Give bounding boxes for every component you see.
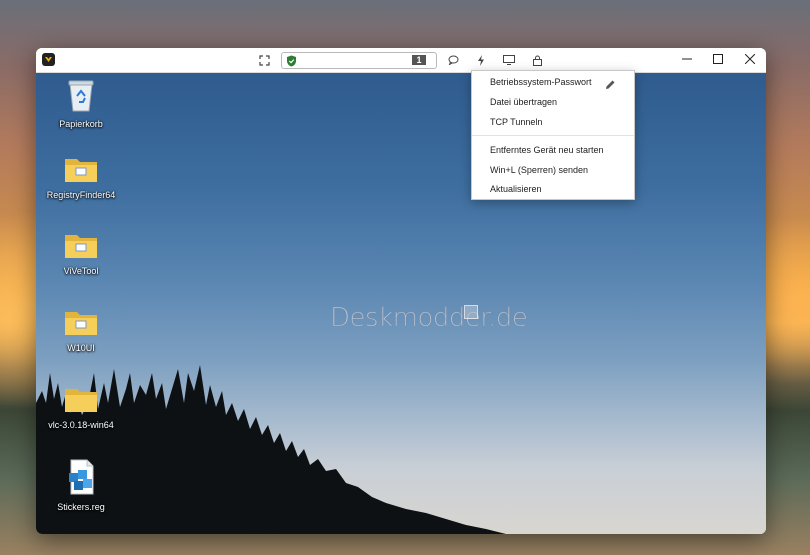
app-logo-icon[interactable]: [42, 53, 55, 66]
desktop-icon-w10ui[interactable]: W10UI: [36, 308, 126, 353]
shield-icon: [286, 54, 297, 72]
desktop-icon-label: ViVeTool: [63, 266, 99, 276]
lightning-icon[interactable]: [473, 52, 489, 68]
menu-item-file-transfer[interactable]: Datei übertragen: [472, 92, 634, 112]
menu-item-label: Entferntes Gerät neu starten: [490, 145, 604, 155]
desktop-icon-label: Papierkorb: [59, 119, 103, 129]
desktop-icon-label: RegistryFinder64: [46, 190, 116, 200]
folder-icon: [65, 235, 97, 258]
menu-item-label: TCP Tunneln: [490, 117, 543, 127]
remote-desktop-area[interactable]: Papierkorb RegistryFinder64 ViVeTool W10…: [36, 73, 766, 534]
desktop-icon-vlc[interactable]: vlc-3.0.18-win64: [36, 385, 126, 430]
desktop-icon-label: Stickers.reg: [57, 502, 105, 512]
folder-icon: [65, 389, 97, 412]
menu-item-restart-remote[interactable]: Entferntes Gerät neu starten: [472, 140, 634, 160]
registry-file-icon: [69, 459, 94, 495]
desktop-icon-vivetool[interactable]: ViVeTool: [36, 231, 126, 276]
watermark-logo-icon: [464, 305, 478, 319]
menu-item-label: Datei übertragen: [490, 97, 558, 107]
menu-item-refresh[interactable]: Aktualisieren: [472, 179, 634, 199]
desktop-icon-recycle-bin[interactable]: Papierkorb: [36, 78, 126, 129]
folder-icon: [65, 159, 97, 182]
menu-item-os-password[interactable]: Betriebssystem-Passwort: [472, 72, 634, 92]
address-field[interactable]: 1: [281, 52, 437, 69]
watermark-text: Deskmodder.de: [330, 303, 528, 334]
menu-item-tcp-tunnel[interactable]: TCP Tunneln: [472, 112, 634, 132]
maximize-button[interactable]: [703, 48, 733, 70]
lock-icon[interactable]: [529, 52, 545, 68]
folder-icon: [65, 312, 97, 335]
menu-item-label: Win+L (Sperren) senden: [490, 165, 588, 175]
remote-desktop-window: 1 Papierkorb RegistryFinder64 ViVeTool W…: [36, 48, 766, 534]
close-button[interactable]: [735, 48, 765, 70]
session-count-badge: 1: [412, 55, 426, 65]
window-toolbar: 1: [36, 48, 766, 73]
menu-item-send-win-l[interactable]: Win+L (Sperren) senden: [472, 160, 634, 180]
menu-divider: [472, 135, 634, 136]
fullscreen-icon[interactable]: [256, 52, 272, 68]
desktop-icon-stickers-reg[interactable]: Stickers.reg: [36, 459, 126, 512]
menu-item-label: Betriebssystem-Passwort: [490, 77, 592, 87]
desktop-icon-label: vlc-3.0.18-win64: [48, 420, 114, 430]
recycle-bin-icon: [68, 80, 94, 112]
monitor-icon[interactable]: [501, 52, 517, 68]
actions-dropdown-menu: Betriebssystem-Passwort Datei übertragen…: [471, 70, 635, 200]
menu-item-label: Aktualisieren: [490, 184, 542, 194]
minimize-button[interactable]: [672, 48, 702, 70]
chat-icon[interactable]: [445, 52, 461, 68]
desktop-icon-registryfinder[interactable]: RegistryFinder64: [36, 155, 126, 200]
desktop-icon-label: W10UI: [67, 343, 95, 353]
